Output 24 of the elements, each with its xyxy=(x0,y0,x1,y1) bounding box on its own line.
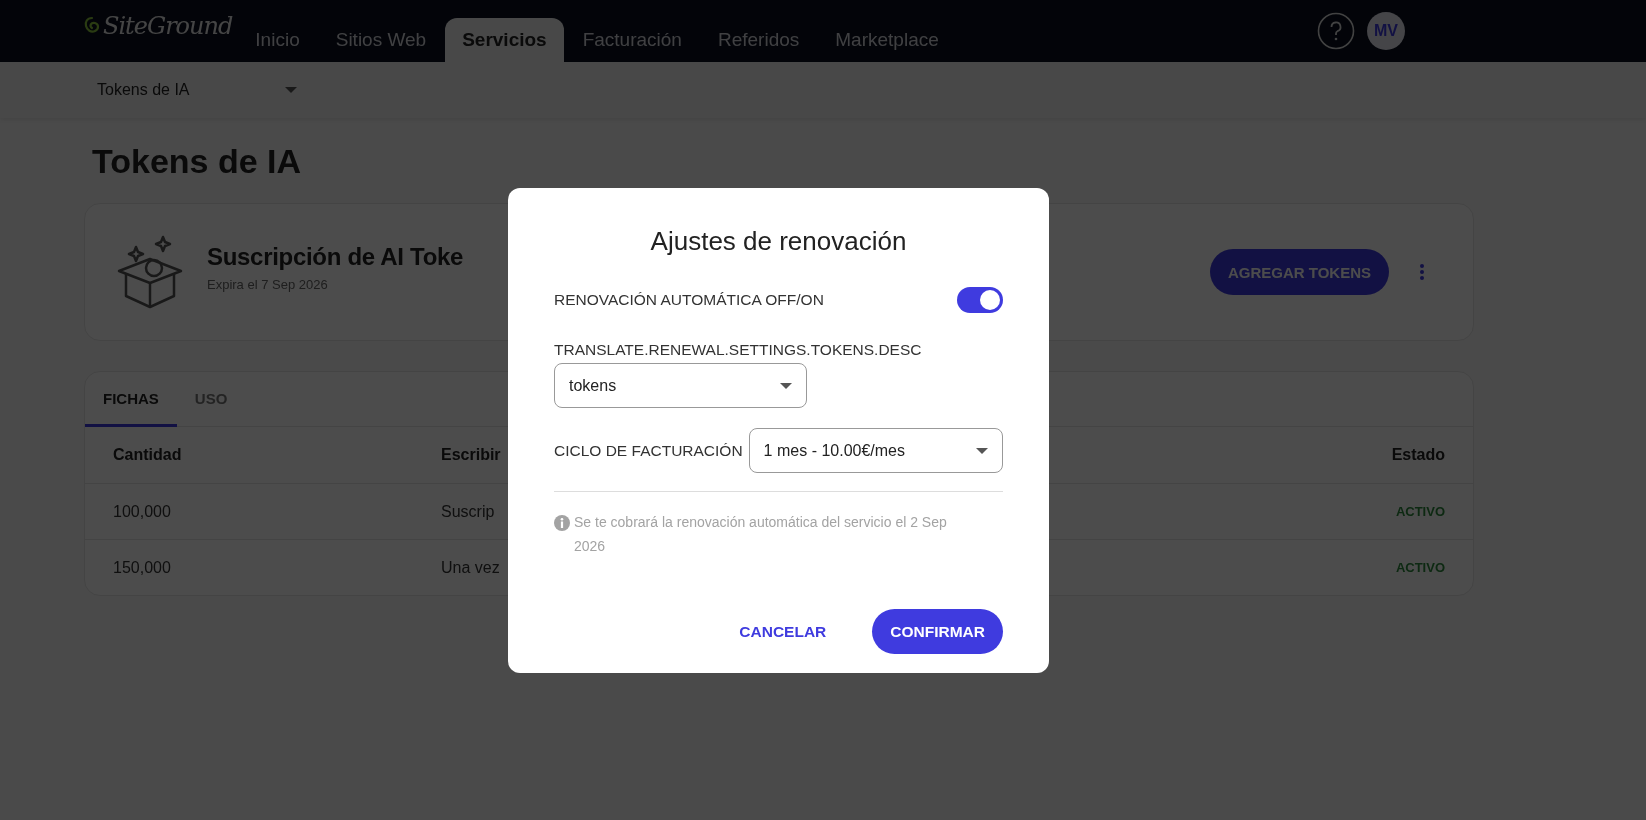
dialog-title: Ajustes de renovación xyxy=(649,226,908,257)
table-cell: 150,000 xyxy=(113,558,171,577)
caret-icon xyxy=(975,447,988,454)
auto-renew-toggle[interactable] xyxy=(957,287,1003,313)
field-label: TRANSLATE.RENEWAL.SETTINGS.TOKENS.DESC xyxy=(554,341,923,359)
cancel-button[interactable]: CANCELAR xyxy=(721,609,845,654)
column-header: Cantidad xyxy=(113,446,182,464)
table-cell: 100,000 xyxy=(113,502,171,521)
table-cell: Una vez xyxy=(441,558,500,577)
table-cell: Suscrip xyxy=(441,502,495,521)
confirm-button[interactable]: CONFIRMAR xyxy=(872,609,1003,654)
column-header: Estado xyxy=(1391,446,1445,464)
caret-icon xyxy=(780,382,792,389)
tokens-select[interactable]: tokens xyxy=(554,363,807,408)
billing-cycle-select[interactable]: 1 mes - 10.00€/mes xyxy=(748,428,1003,473)
toggle-label: RENOVACIÓN AUTOMÁTICA OFF/ON xyxy=(554,291,824,309)
status-label: ACTIVO xyxy=(1395,560,1445,575)
status-label: ACTIVO xyxy=(1395,504,1445,519)
renewal-note: Se te cobrará la renovación automática del servicio el 2 Sep 2026 xyxy=(574,513,948,556)
info-icon xyxy=(554,515,570,531)
column-header: Escribir xyxy=(441,446,501,464)
field-label: CICLO DE FACTURACIÓN xyxy=(554,441,743,460)
page-title: Tokens de IA xyxy=(92,142,303,181)
subscription-title: Suscripción de AI Toke xyxy=(207,242,464,271)
